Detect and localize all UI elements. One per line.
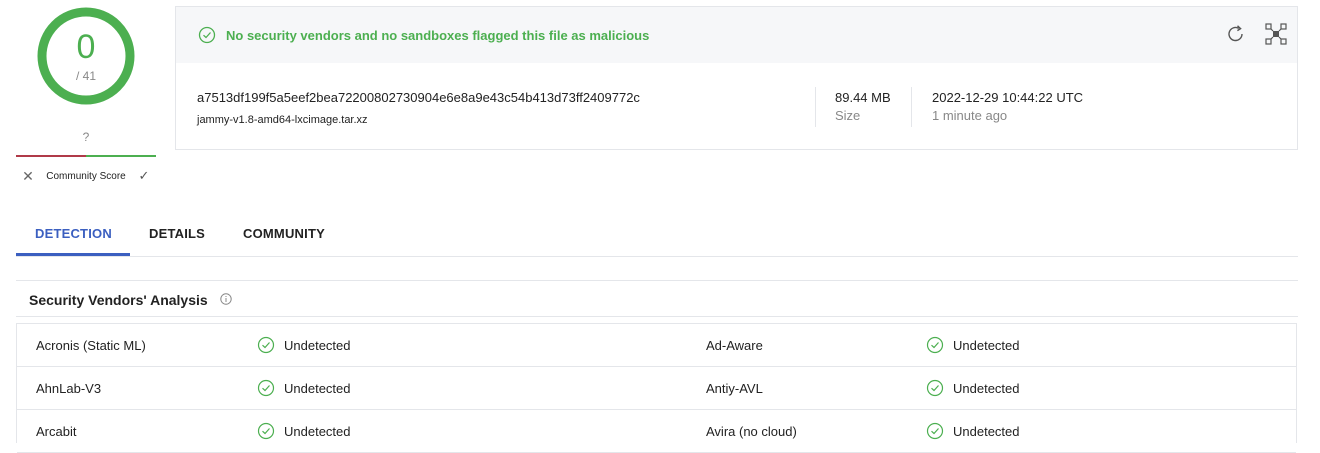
vendor-result: Undetected bbox=[284, 338, 351, 353]
detection-score-gauge: 0 / 41 bbox=[36, 6, 136, 106]
vendor-name: Avira (no cloud) bbox=[706, 424, 797, 439]
file-hash[interactable]: a7513df199f5a5eef2bea72200802730904e6e8a… bbox=[197, 90, 640, 105]
vendor-name: Acronis (Static ML) bbox=[36, 338, 146, 353]
file-summary-card: No security vendors and no sandboxes fla… bbox=[175, 6, 1298, 150]
vendor-name: Arcabit bbox=[36, 424, 77, 439]
check-circle-icon bbox=[926, 379, 944, 397]
divider bbox=[911, 87, 912, 127]
vendor-result: Undetected bbox=[284, 424, 351, 439]
vendor-name: AhnLab-V3 bbox=[36, 381, 102, 396]
community-score-bar bbox=[16, 155, 156, 157]
check-circle-icon bbox=[198, 26, 216, 44]
info-icon[interactable] bbox=[220, 293, 232, 305]
active-tab-indicator bbox=[16, 253, 130, 256]
table-row: Arcabit Undetected Avira (no cloud) Unde… bbox=[17, 410, 1296, 453]
verdict-banner: No security vendors and no sandboxes fla… bbox=[176, 7, 1297, 63]
verdict-text: No security vendors and no sandboxes fla… bbox=[226, 27, 650, 43]
vendor-result: Undetected bbox=[953, 424, 1020, 439]
vendor-result: Undetected bbox=[284, 381, 351, 396]
tab-details[interactable]: DETAILS bbox=[149, 226, 205, 241]
check-circle-icon bbox=[926, 422, 944, 440]
divider bbox=[815, 87, 816, 127]
analysis-date: 2022-12-29 10:44:22 UTC bbox=[932, 90, 1084, 105]
section-title: Security Vendors' Analysis bbox=[29, 292, 208, 308]
community-score-value: ? bbox=[82, 130, 90, 144]
tab-community[interactable]: COMMUNITY bbox=[243, 226, 325, 241]
community-score-label: Community Score bbox=[46, 170, 126, 182]
check-circle-icon bbox=[257, 422, 275, 440]
check-circle-icon bbox=[257, 379, 275, 397]
file-size-value: 89.44 MB bbox=[835, 90, 891, 105]
vendors-section-header: Security Vendors' Analysis bbox=[16, 280, 1298, 317]
check-icon[interactable]: ✓ bbox=[132, 168, 156, 184]
analysis-date-relative: 1 minute ago bbox=[932, 108, 1008, 123]
table-row: AhnLab-V3 Undetected Antiy-AVL Undetecte… bbox=[17, 367, 1296, 410]
community-bar-negative bbox=[16, 155, 86, 157]
vendors-table: Acronis (Static ML) Undetected Ad-Aware … bbox=[16, 323, 1297, 453]
vendor-result: Undetected bbox=[953, 381, 1020, 396]
reanalyze-icon[interactable] bbox=[1225, 23, 1247, 45]
community-bar-positive bbox=[86, 155, 156, 157]
vendor-result: Undetected bbox=[953, 338, 1020, 353]
similar-files-icon[interactable] bbox=[1265, 23, 1287, 45]
detection-count: 0 bbox=[76, 28, 96, 66]
file-size-label: Size bbox=[835, 108, 861, 123]
table-row: Acronis (Static ML) Undetected Ad-Aware … bbox=[17, 324, 1296, 367]
community-score: ? ✕ Community Score ✓ bbox=[16, 130, 156, 187]
check-circle-icon bbox=[926, 336, 944, 354]
vendor-name: Ad-Aware bbox=[706, 338, 763, 353]
engine-total: / 41 bbox=[75, 69, 96, 83]
vendor-name: Antiy-AVL bbox=[706, 381, 763, 396]
check-circle-icon bbox=[257, 336, 275, 354]
file-name: jammy-v1.8-amd64-lxcimage.tar.xz bbox=[197, 114, 368, 126]
close-icon[interactable]: ✕ bbox=[16, 168, 40, 185]
report-tabs: DETECTION DETAILS COMMUNITY bbox=[16, 212, 1298, 257]
tab-detection[interactable]: DETECTION bbox=[35, 226, 112, 241]
